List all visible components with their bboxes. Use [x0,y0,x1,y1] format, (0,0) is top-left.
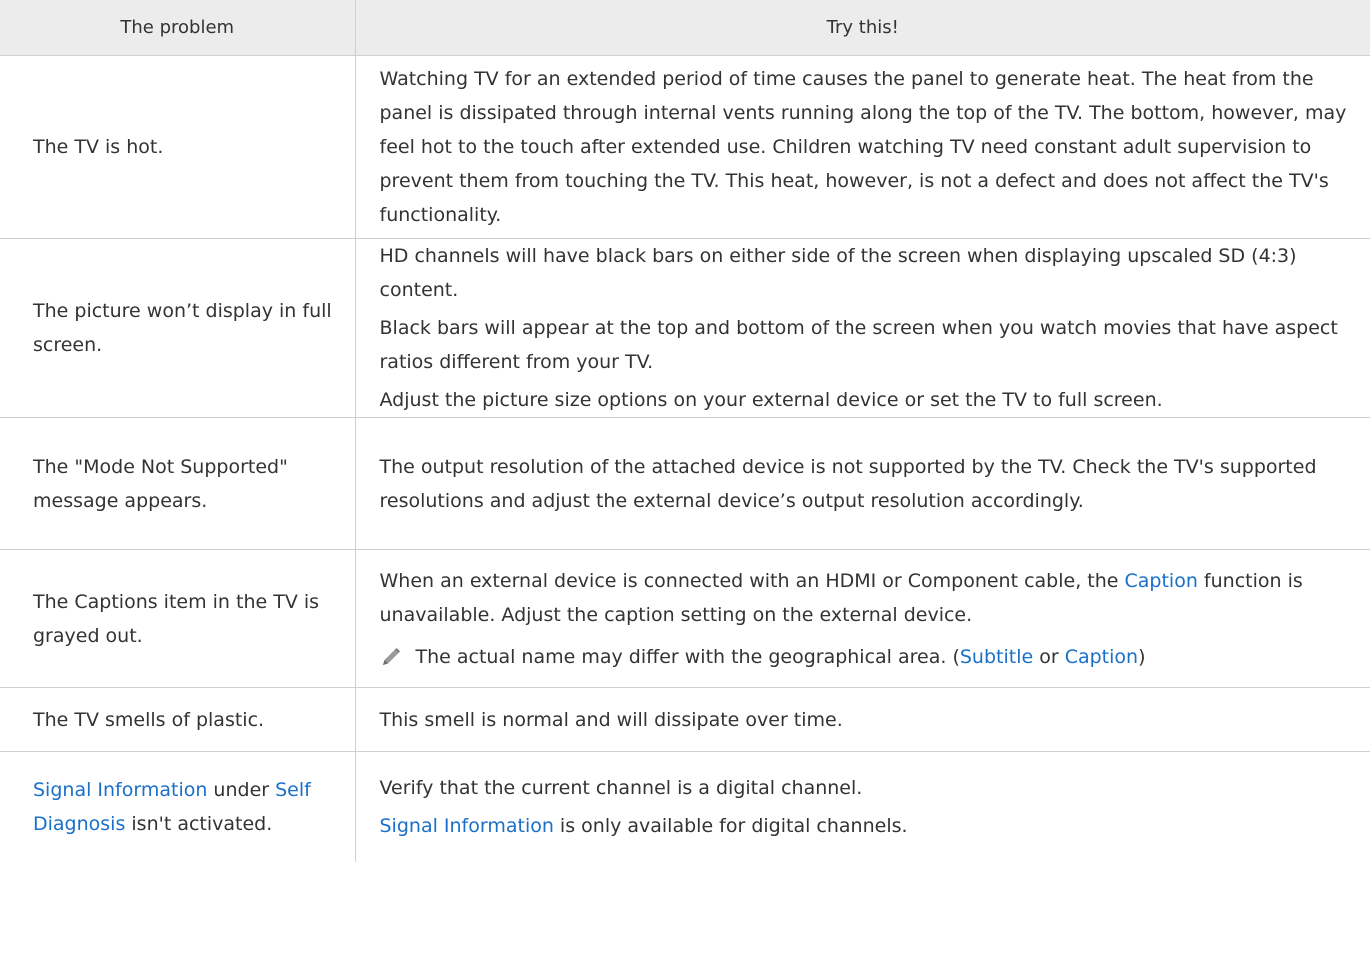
table-row: The Captions item in the TV is grayed ou… [0,549,1370,688]
header-try-this: Try this! [355,0,1370,56]
solution-paragraph: Adjust the picture size options on your … [379,389,1163,411]
header-problem: The problem [0,0,356,56]
signal-information-link: Signal Information [33,779,208,801]
caption-link: Caption [1124,569,1198,592]
solution-cell: Watching TV for an extended period of ti… [355,55,1370,239]
solution-cell: HD channels will have black bars on eith… [355,238,1370,418]
solution-paragraph: Signal Information is only available for… [379,815,908,837]
solution-cell: Verify that the current channel is a dig… [355,752,1370,863]
table-row: The TV smells of plastic. This smell is … [0,687,1370,752]
troubleshooting-table: The problem Try this! The TV is hot. Wat… [0,0,1370,862]
solution-cell: When an external device is connected wit… [355,549,1370,688]
solution-paragraph: When an external device is connected wit… [380,564,1349,632]
problem-cell: The "Mode Not Supported" message appears… [0,417,356,550]
note: The actual name may differ with the geog… [380,640,1349,674]
solution-paragraph: Verify that the current channel is a dig… [379,777,863,799]
pencil-note-icon [382,647,400,665]
note-text: The actual name may differ with the geog… [415,645,1146,668]
subtitle-link: Subtitle [959,645,1034,668]
caption-link: Caption [1064,645,1139,668]
problem-cell: Signal Information under Self Diagnosis … [0,751,356,862]
problem-cell: The Captions item in the TV is grayed ou… [0,549,356,688]
signal-information-link: Signal Information [379,815,554,837]
solution-paragraph: HD channels will have black bars on eith… [379,245,1297,301]
problem-cell: The TV smells of plastic. [0,687,356,752]
table-row: Signal Information under Self Diagnosis … [0,751,1370,863]
problem-cell: The TV is hot. [0,55,356,239]
problem-cell: The picture won’t display in full screen… [0,238,356,418]
solution-paragraph: Black bars will appear at the top and bo… [379,317,1338,373]
table-header-row: The problem Try this! [0,0,1370,56]
solution-cell: This smell is normal and will dissipate … [355,687,1370,752]
solution-cell: The output resolution of the attached de… [355,417,1370,550]
table-row: The "Mode Not Supported" message appears… [0,417,1370,550]
solution-text: When an external device is connected wit… [379,569,1125,592]
table-row: The TV is hot. Watching TV for an extend… [0,55,1370,239]
table-row: The picture won’t display in full screen… [0,238,1370,418]
